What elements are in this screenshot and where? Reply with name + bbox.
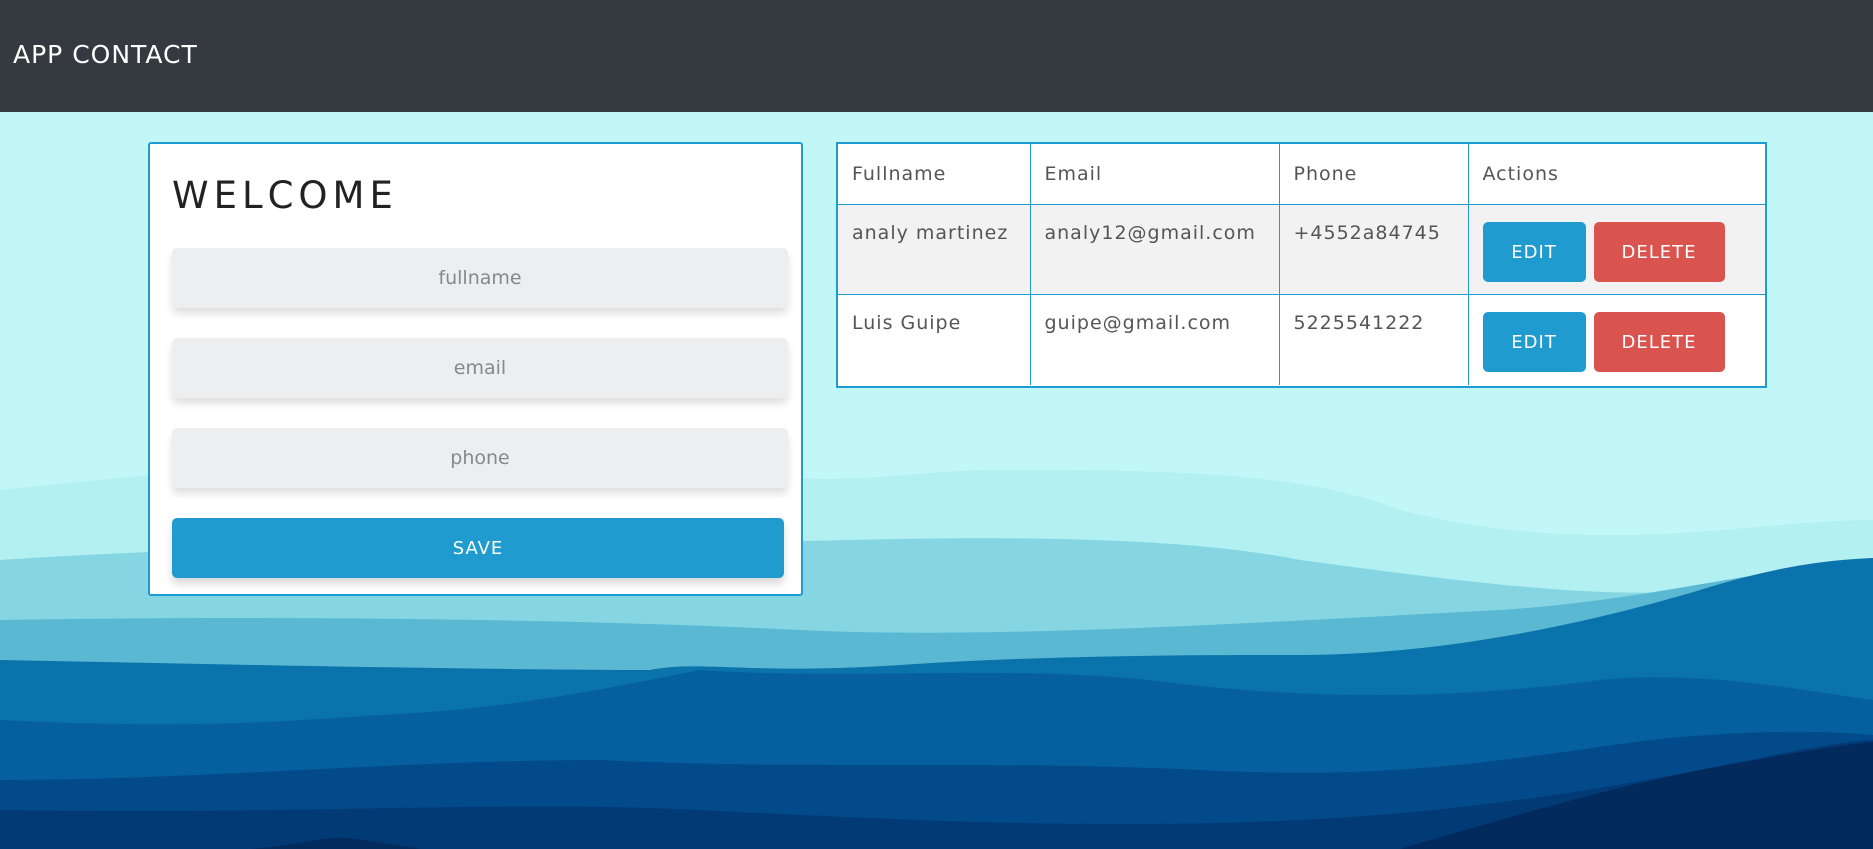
contact-form-card: WELCOME SAVE	[148, 142, 803, 596]
welcome-heading: WELCOME	[172, 174, 398, 217]
phone-input[interactable]	[172, 428, 788, 488]
header-email: Email	[1029, 144, 1280, 205]
header-fullname: Fullname	[838, 144, 1031, 205]
edit-button[interactable]: EDIT	[1482, 222, 1586, 282]
cell-actions: EDIT DELETE	[1467, 204, 1765, 295]
delete-button[interactable]: DELETE	[1593, 312, 1725, 372]
table-row: analy martinez analy12@gmail.com +4552a8…	[838, 204, 1765, 295]
email-input[interactable]	[172, 338, 788, 398]
header-phone: Phone	[1278, 144, 1469, 205]
table-header-row: Fullname Email Phone Actions	[838, 144, 1765, 205]
header-actions: Actions	[1467, 144, 1765, 205]
save-button[interactable]: SAVE	[172, 518, 784, 578]
cell-fullname: analy martinez	[838, 204, 1031, 295]
cell-phone: +4552a84745	[1278, 204, 1469, 295]
contacts-table: Fullname Email Phone Actions analy marti…	[838, 144, 1765, 385]
contacts-table-container: Fullname Email Phone Actions analy marti…	[836, 142, 1767, 388]
cell-phone: 5225541222	[1278, 294, 1469, 385]
cell-actions: EDIT DELETE	[1467, 294, 1765, 385]
cell-email: guipe@gmail.com	[1029, 294, 1280, 385]
table-row: Luis Guipe guipe@gmail.com 5225541222 ED…	[838, 294, 1765, 385]
cell-fullname: Luis Guipe	[838, 294, 1031, 385]
fullname-input[interactable]	[172, 248, 788, 308]
navbar: APP CONTACT	[0, 0, 1873, 112]
delete-button[interactable]: DELETE	[1593, 222, 1725, 282]
cell-email: analy12@gmail.com	[1029, 204, 1280, 295]
edit-button[interactable]: EDIT	[1482, 312, 1586, 372]
app-title[interactable]: APP CONTACT	[13, 40, 198, 69]
